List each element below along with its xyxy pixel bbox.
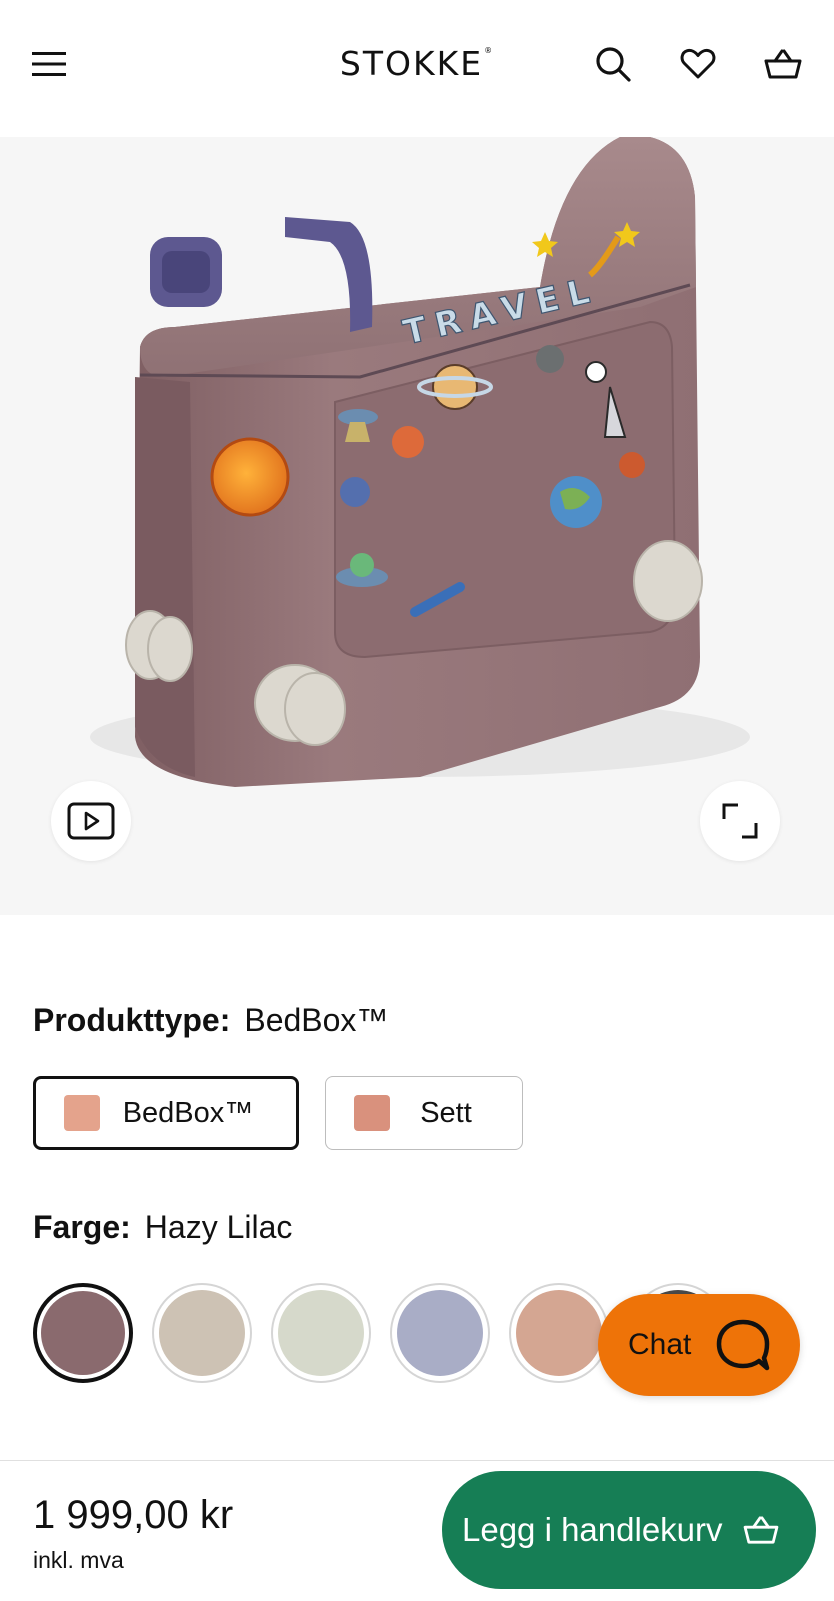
swatch-fill xyxy=(159,1290,245,1376)
color-swatch[interactable] xyxy=(271,1283,371,1383)
basket-icon xyxy=(743,1516,778,1544)
product-type-value: BedBox™ xyxy=(244,1002,389,1038)
basket-icon xyxy=(764,49,802,79)
product-price: 1 999,00 kr xyxy=(33,1493,234,1537)
site-header: STOKKE® xyxy=(0,0,834,137)
swatch-fill xyxy=(397,1290,483,1376)
vat-note: inkl. mva xyxy=(33,1547,124,1573)
swatch-fill xyxy=(278,1290,364,1376)
sett-thumbnail xyxy=(354,1095,390,1131)
heart-icon xyxy=(680,48,716,79)
play-video-button[interactable] xyxy=(51,781,131,861)
fullscreen-button[interactable] xyxy=(700,781,780,861)
product-type-option-label: BedBox™ xyxy=(122,1096,254,1129)
purchase-bar: 1 999,00 kr inkl. mva Legg i handlekurv xyxy=(0,1460,834,1601)
add-to-cart-button[interactable]: Legg i handlekurv xyxy=(442,1471,816,1589)
product-type-option-label: Sett xyxy=(420,1096,472,1129)
search-button[interactable] xyxy=(587,38,639,90)
color-label: Farge: xyxy=(33,1209,131,1245)
color-swatch[interactable] xyxy=(390,1283,490,1383)
product-type-heading: Produkttype: BedBox™ xyxy=(33,1002,388,1039)
expand-icon xyxy=(722,803,758,839)
play-video-icon xyxy=(67,802,115,840)
product-type-option-bedbox[interactable]: BedBox™ xyxy=(33,1076,299,1150)
chat-label: Chat xyxy=(628,1328,692,1361)
chat-bubble-icon xyxy=(717,1319,770,1371)
swatch-fill xyxy=(516,1290,602,1376)
color-swatch[interactable] xyxy=(152,1283,252,1383)
cart-button[interactable] xyxy=(757,38,809,90)
color-swatch-hazy-lilac[interactable] xyxy=(33,1283,133,1383)
product-hero: TRAVEL xyxy=(0,137,834,915)
color-heading: Farge: Hazy Lilac xyxy=(33,1209,292,1246)
chat-button[interactable]: Chat xyxy=(598,1294,800,1396)
search-icon xyxy=(596,47,631,82)
add-to-cart-label: Legg i handlekurv xyxy=(462,1511,723,1548)
swatch-fill xyxy=(41,1291,125,1375)
product-type-label: Produkttype: xyxy=(33,1002,231,1038)
color-swatch[interactable] xyxy=(509,1283,609,1383)
color-value: Hazy Lilac xyxy=(144,1209,293,1245)
product-type-option-sett[interactable]: Sett xyxy=(325,1076,523,1150)
bedbox-thumbnail xyxy=(64,1095,100,1131)
wishlist-button[interactable] xyxy=(672,38,724,90)
